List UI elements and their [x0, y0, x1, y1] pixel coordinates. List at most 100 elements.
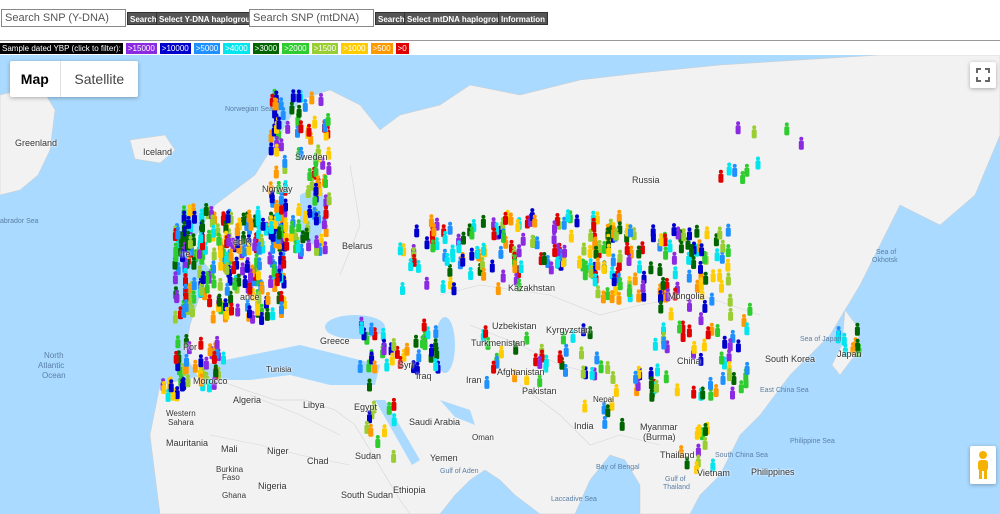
- sample-marker[interactable]: [491, 227, 497, 241]
- sample-marker[interactable]: [273, 165, 279, 179]
- sample-marker[interactable]: [581, 242, 587, 256]
- sample-marker[interactable]: [687, 227, 692, 241]
- sample-marker[interactable]: [577, 255, 582, 269]
- sample-marker[interactable]: [730, 386, 735, 400]
- sample-marker[interactable]: [619, 417, 625, 431]
- sample-marker[interactable]: [240, 262, 246, 276]
- sample-marker[interactable]: [698, 312, 704, 326]
- sample-marker[interactable]: [400, 282, 405, 295]
- sample-marker[interactable]: [242, 275, 248, 288]
- sample-marker[interactable]: [704, 226, 710, 240]
- sample-marker[interactable]: [375, 435, 381, 448]
- sample-marker[interactable]: [172, 310, 178, 324]
- sample-marker[interactable]: [216, 232, 222, 246]
- sample-marker[interactable]: [582, 399, 588, 413]
- sample-marker[interactable]: [368, 423, 374, 437]
- sample-marker[interactable]: [264, 307, 270, 321]
- sample-marker[interactable]: [518, 260, 524, 274]
- sample-marker[interactable]: [552, 220, 557, 234]
- sample-marker[interactable]: [691, 385, 697, 399]
- sample-marker[interactable]: [207, 343, 213, 357]
- sample-marker[interactable]: [650, 229, 656, 243]
- sample-marker[interactable]: [500, 269, 506, 283]
- sample-marker[interactable]: [447, 221, 453, 235]
- sample-marker[interactable]: [252, 238, 258, 252]
- sample-marker[interactable]: [211, 275, 217, 289]
- sample-marker[interactable]: [686, 324, 692, 338]
- sample-marker[interactable]: [686, 269, 692, 283]
- sample-marker[interactable]: [323, 205, 329, 219]
- sample-marker[interactable]: [654, 379, 659, 393]
- sample-marker[interactable]: [725, 258, 731, 272]
- sample-marker[interactable]: [722, 335, 728, 349]
- sample-marker[interactable]: [735, 121, 741, 135]
- sample-marker[interactable]: [416, 349, 422, 363]
- sample-marker[interactable]: [307, 204, 313, 218]
- sample-marker[interactable]: [181, 377, 187, 391]
- sample-marker[interactable]: [226, 233, 232, 247]
- sample-marker[interactable]: [498, 245, 504, 259]
- sample-marker[interactable]: [305, 185, 311, 198]
- sample-marker[interactable]: [283, 217, 289, 231]
- sample-marker[interactable]: [218, 245, 224, 259]
- sample-marker[interactable]: [469, 226, 475, 240]
- sample-marker[interactable]: [713, 384, 719, 397]
- sample-marker[interactable]: [326, 161, 332, 175]
- filter-chip-15000[interactable]: >15000: [125, 42, 157, 54]
- sample-marker[interactable]: [172, 271, 178, 285]
- sample-marker[interactable]: [278, 138, 284, 152]
- sample-marker[interactable]: [743, 375, 749, 389]
- sample-marker[interactable]: [313, 212, 319, 226]
- sample-marker[interactable]: [702, 436, 708, 450]
- sample-marker[interactable]: [501, 229, 506, 243]
- sample-marker[interactable]: [515, 219, 521, 232]
- sample-marker[interactable]: [703, 271, 709, 285]
- sample-marker[interactable]: [658, 300, 664, 314]
- sample-marker[interactable]: [234, 223, 240, 237]
- sample-marker[interactable]: [636, 245, 642, 259]
- sample-marker[interactable]: [246, 209, 252, 223]
- sample-marker[interactable]: [296, 203, 302, 216]
- sample-marker[interactable]: [461, 231, 466, 245]
- sample-marker[interactable]: [191, 277, 197, 291]
- sample-marker[interactable]: [605, 361, 611, 374]
- sample-marker[interactable]: [318, 93, 324, 106]
- sample-marker[interactable]: [218, 257, 224, 271]
- sample-marker[interactable]: [265, 291, 271, 305]
- y-dna-search-input[interactable]: [1, 9, 126, 27]
- sample-marker[interactable]: [740, 171, 746, 184]
- sample-marker[interactable]: [508, 212, 514, 226]
- sample-marker[interactable]: [312, 115, 318, 129]
- sample-marker[interactable]: [211, 351, 217, 364]
- sample-marker[interactable]: [175, 335, 181, 349]
- sample-marker[interactable]: [708, 376, 713, 390]
- sample-marker[interactable]: [617, 249, 623, 263]
- sample-marker[interactable]: [503, 211, 508, 225]
- sample-marker[interactable]: [626, 284, 632, 297]
- sample-marker[interactable]: [422, 337, 428, 351]
- sample-marker[interactable]: [444, 252, 450, 266]
- sample-marker[interactable]: [217, 277, 223, 291]
- sample-marker[interactable]: [198, 282, 204, 296]
- y-dna-search-button[interactable]: Search: [127, 12, 160, 25]
- sample-marker[interactable]: [359, 321, 365, 335]
- sample-marker[interactable]: [474, 245, 480, 259]
- satellite-view-button[interactable]: Satellite: [61, 61, 138, 97]
- sample-marker[interactable]: [183, 299, 189, 313]
- sample-marker[interactable]: [678, 240, 684, 254]
- sample-marker[interactable]: [552, 244, 558, 257]
- sample-marker[interactable]: [698, 260, 703, 274]
- sample-marker[interactable]: [200, 271, 206, 285]
- sample-marker[interactable]: [587, 245, 593, 258]
- sample-marker[interactable]: [174, 290, 180, 304]
- sample-marker[interactable]: [600, 290, 606, 304]
- sample-marker[interactable]: [372, 360, 378, 374]
- sample-marker[interactable]: [483, 325, 489, 339]
- sample-marker[interactable]: [256, 241, 262, 255]
- sample-marker[interactable]: [391, 338, 397, 351]
- sample-marker[interactable]: [381, 342, 387, 356]
- y-dna-haplogroup-button[interactable]: Select Y-DNA haplogroup: [156, 12, 259, 25]
- sample-marker[interactable]: [588, 264, 594, 278]
- map-canvas[interactable]: Greenland Iceland Norway Sweden Russia B…: [0, 55, 1000, 514]
- sample-marker[interactable]: [491, 360, 497, 374]
